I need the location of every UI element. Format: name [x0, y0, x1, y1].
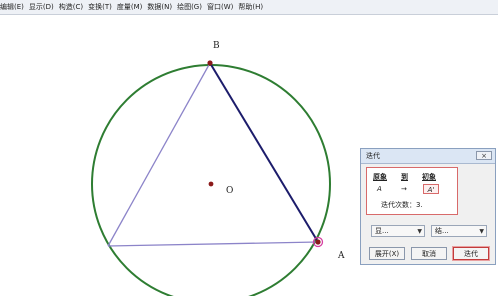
- iterate-button[interactable]: 迭代: [453, 247, 489, 260]
- image-point-field[interactable]: A': [423, 184, 439, 194]
- segment-bc[interactable]: [107, 62, 211, 247]
- chevron-down-icon: ▼: [417, 228, 422, 235]
- chevron-down-icon: ▼: [479, 228, 484, 235]
- structure-dropdown-label: 结...: [435, 227, 449, 235]
- header-preimage: 原象: [373, 173, 387, 181]
- mapping-arrow: →: [401, 185, 407, 193]
- iteration-count: 迭代次数：3.: [381, 201, 423, 209]
- label-o[interactable]: O: [226, 186, 233, 196]
- label-b[interactable]: B: [213, 41, 220, 51]
- header-to: 到: [401, 173, 408, 181]
- circumcircle[interactable]: [91, 64, 331, 296]
- dialog-title: 迭代: [366, 152, 380, 160]
- preimage-point: A: [377, 185, 382, 193]
- dialog-titlebar[interactable]: 迭代 ×: [361, 149, 495, 164]
- label-a[interactable]: A: [338, 251, 345, 261]
- point-o[interactable]: [208, 181, 214, 187]
- structure-dropdown[interactable]: 结... ▼: [431, 225, 487, 237]
- iterate-dialog: 迭代 × 原象 到 初象 A → A' 迭代次数：3. 显... ▼ 结... …: [360, 148, 496, 265]
- expand-button[interactable]: 展开(X): [369, 247, 405, 260]
- point-a[interactable]: [315, 239, 321, 245]
- segment-ca[interactable]: [107, 241, 319, 247]
- display-dropdown-label: 显...: [375, 227, 389, 235]
- mapping-panel: 原象 到 初象 A → A' 迭代次数：3.: [366, 167, 458, 215]
- segment-ba[interactable]: [209, 62, 319, 243]
- close-button[interactable]: ×: [476, 151, 492, 160]
- header-image: 初象: [422, 173, 436, 181]
- point-b[interactable]: [207, 60, 213, 66]
- display-dropdown[interactable]: 显... ▼: [371, 225, 425, 237]
- cancel-button[interactable]: 取消: [411, 247, 447, 260]
